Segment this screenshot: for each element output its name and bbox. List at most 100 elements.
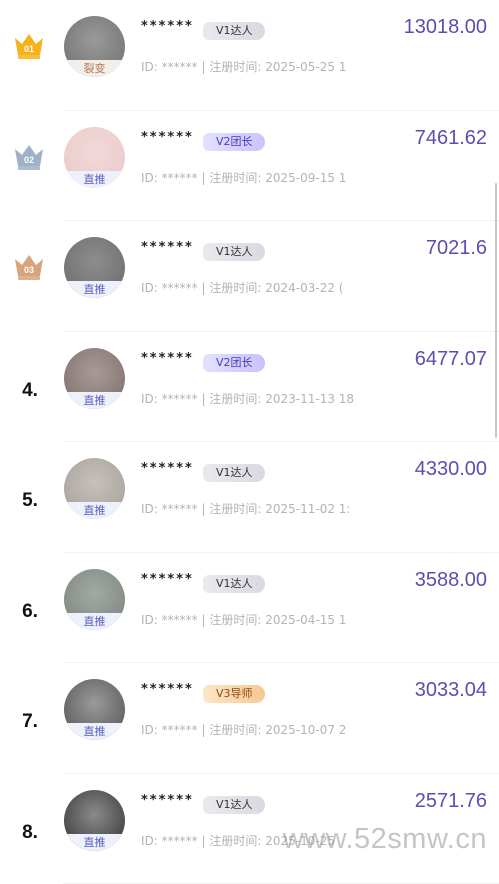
avatar[interactable]: 直推 bbox=[64, 790, 125, 851]
user-name: ****** bbox=[141, 240, 194, 255]
user-name: ****** bbox=[141, 351, 194, 366]
id-label: ID: bbox=[141, 613, 158, 627]
separator: | bbox=[201, 392, 205, 406]
level-badge: V1达人 bbox=[203, 464, 265, 482]
crown-rank-label: 01 bbox=[24, 44, 34, 54]
separator: | bbox=[201, 834, 205, 848]
id-value: ****** bbox=[162, 281, 198, 295]
rank-number: 8. bbox=[14, 822, 46, 844]
user-name: ****** bbox=[141, 572, 194, 587]
relation-tag: 直推 bbox=[64, 502, 125, 519]
separator: | bbox=[201, 281, 205, 295]
level-badge: V1达人 bbox=[203, 796, 265, 814]
register-time-label: 注册时间: bbox=[209, 502, 261, 516]
user-info: ID: ****** | 注册时间: 2025-10-07 2 bbox=[141, 721, 381, 738]
id-label: ID: bbox=[141, 723, 158, 737]
id-label: ID: bbox=[141, 171, 158, 185]
rank-number: 7. bbox=[14, 711, 46, 733]
register-time-value: 2025-11-02 1: bbox=[265, 502, 350, 516]
register-time-value: 2023-11-13 18 bbox=[265, 392, 354, 406]
rank-number: 4. bbox=[14, 380, 46, 402]
separator: | bbox=[201, 502, 205, 516]
register-time-label: 注册时间: bbox=[209, 171, 261, 185]
ranking-row[interactable]: 7.直推******V3导师ID: ****** | 注册时间: 2025-10… bbox=[0, 663, 499, 774]
id-value: ****** bbox=[162, 723, 198, 737]
relation-tag: 直推 bbox=[64, 613, 125, 630]
register-time-value: 2024-03-22 ( bbox=[265, 281, 343, 295]
register-time-label: 注册时间: bbox=[209, 281, 261, 295]
register-time-label: 注册时间: bbox=[209, 613, 261, 627]
id-value: ****** bbox=[162, 392, 198, 406]
avatar[interactable]: 裂变 bbox=[64, 16, 125, 77]
register-time-value: 2025-05-25 1 bbox=[265, 60, 346, 74]
amount: 13018.00 bbox=[404, 16, 487, 39]
register-time-value: 2025-09-15 1 bbox=[265, 171, 346, 185]
level-badge: V2团长 bbox=[203, 133, 265, 151]
avatar[interactable]: 直推 bbox=[64, 569, 125, 630]
id-label: ID: bbox=[141, 60, 158, 74]
id-value: ****** bbox=[162, 834, 198, 848]
separator: | bbox=[201, 171, 205, 185]
amount: 3588.00 bbox=[415, 569, 487, 592]
user-info: ID: ****** | 注册时间: 2025-11-02 1: bbox=[141, 500, 381, 517]
avatar[interactable]: 直推 bbox=[64, 348, 125, 409]
ranking-row[interactable]: 5. 直推 ****** V1达人 ID: ****** | 注册时间: 2025-11… bbox=[0, 442, 499, 553]
ranking-row[interactable]: 03 直推 ****** V1达人 ID: ****** | 注册时间: 2024-03… bbox=[0, 221, 499, 332]
relation-tag: 直推 bbox=[64, 392, 125, 409]
amount: 2571.76 bbox=[415, 790, 487, 813]
register-time-label: 注册时间: bbox=[209, 834, 261, 848]
ranking-row[interactable]: 6. 直推 ****** V1达人 ID: ****** | 注册时间: 2025-04… bbox=[0, 553, 499, 664]
id-value: ****** bbox=[162, 171, 198, 185]
id-value: ****** bbox=[162, 502, 198, 516]
separator: | bbox=[201, 60, 205, 74]
level-badge: V2团长 bbox=[203, 354, 265, 372]
avatar[interactable]: 直推 bbox=[64, 679, 125, 740]
register-time-value: 2025-10-07 2 bbox=[265, 723, 346, 737]
scrollbar[interactable] bbox=[495, 183, 497, 438]
id-label: ID: bbox=[141, 834, 158, 848]
amount: 4330.00 bbox=[415, 458, 487, 481]
ranking-row[interactable]: 4. 直推 ****** V2团长 ID: ****** | 注册时间: 2023-11… bbox=[0, 332, 499, 443]
level-badge: V1达人 bbox=[203, 22, 265, 40]
ranking-row[interactable]: 01 裂变 ****** V1达人 ID: ****** | 注册时间: 2025-05… bbox=[0, 0, 499, 111]
user-info: ID: ****** | 注册时间: 2023-11-13 18 bbox=[141, 390, 381, 407]
register-time-label: 注册时间: bbox=[209, 723, 261, 737]
crown-rank-icon: 03 bbox=[12, 252, 46, 282]
user-info: ID: ****** | 注册时间: 2025-05-25 1 bbox=[141, 58, 381, 75]
user-name: ****** bbox=[141, 682, 194, 697]
level-badge: V1达人 bbox=[203, 575, 265, 593]
separator: | bbox=[201, 613, 205, 627]
amount: 7021.6 bbox=[426, 237, 487, 260]
separator: | bbox=[201, 723, 205, 737]
crown-rank-icon: 01 bbox=[12, 31, 46, 61]
avatar[interactable]: 直推 bbox=[64, 127, 125, 188]
relation-tag: 裂变 bbox=[64, 60, 125, 77]
id-label: ID: bbox=[141, 502, 158, 516]
user-info: ID: ****** | 注册时间: 2024-03-22 ( bbox=[141, 279, 381, 296]
id-value: ****** bbox=[162, 60, 198, 74]
user-name: ****** bbox=[141, 461, 194, 476]
user-name: ****** bbox=[141, 130, 194, 145]
crown-rank-label: 03 bbox=[24, 265, 34, 275]
level-badge: V1达人 bbox=[203, 243, 265, 261]
amount: 6477.07 bbox=[415, 348, 487, 371]
relation-tag: 直推 bbox=[64, 171, 125, 188]
relation-tag: 直推 bbox=[64, 281, 125, 298]
id-value: ****** bbox=[162, 613, 198, 627]
rank-number: 5. bbox=[14, 490, 46, 512]
amount: 7461.62 bbox=[415, 127, 487, 150]
amount: 3033.04 bbox=[415, 679, 487, 702]
user-name: ****** bbox=[141, 19, 194, 34]
crown-rank-label: 02 bbox=[24, 155, 34, 165]
user-name: ****** bbox=[141, 793, 194, 808]
register-time-label: 注册时间: bbox=[209, 392, 261, 406]
user-info: ID: ****** | 注册时间: 2025-09-15 1 bbox=[141, 169, 381, 186]
watermark: www.52smw.cn bbox=[283, 823, 487, 856]
avatar[interactable]: 直推 bbox=[64, 237, 125, 298]
relation-tag: 直推 bbox=[64, 834, 125, 851]
avatar[interactable]: 直推 bbox=[64, 458, 125, 519]
ranking-list: 01 裂变 ****** V1达人 ID: ****** | 注册时间: 2025-05… bbox=[0, 0, 499, 884]
user-info: ID: ****** | 注册时间: 2025-04-15 1 bbox=[141, 611, 381, 628]
ranking-row[interactable]: 02 直推 ****** V2团长 ID: ****** | 注册时间: 2025-09… bbox=[0, 111, 499, 222]
rank-number: 6. bbox=[14, 601, 46, 623]
